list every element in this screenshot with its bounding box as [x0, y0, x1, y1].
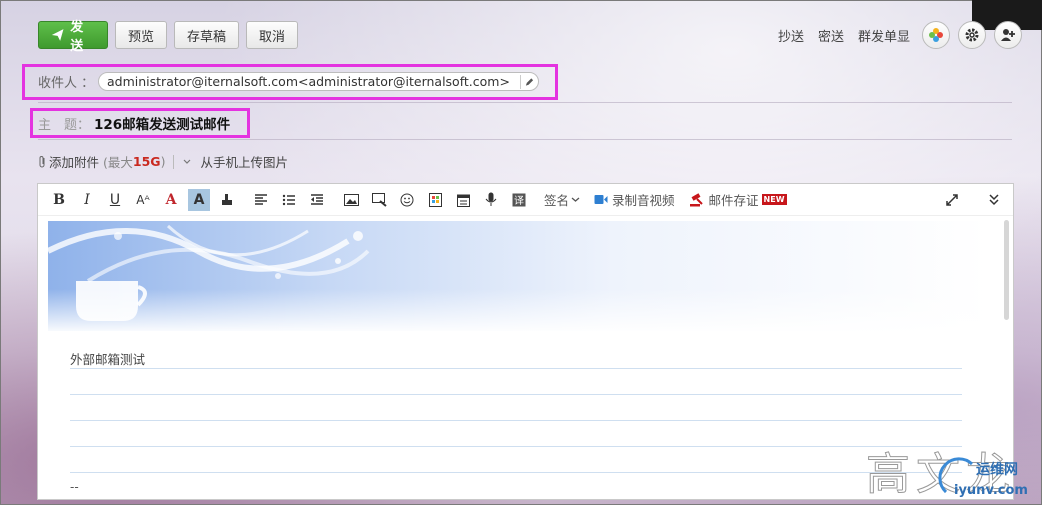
- signature-separator: --: [70, 480, 79, 494]
- upload-from-phone-link[interactable]: 从手机上传图片: [200, 152, 288, 171]
- bullet-list-button[interactable]: [278, 189, 300, 211]
- align-button[interactable]: [250, 189, 272, 211]
- mail-evidence-button[interactable]: 邮件存证 NEW: [689, 190, 787, 209]
- editor-scrollbar[interactable]: [1004, 220, 1009, 320]
- attachment-limit-suffix: ): [160, 154, 166, 169]
- letter-rule: [70, 394, 962, 395]
- calendar-button[interactable]: [452, 189, 474, 211]
- letter-rule: [70, 446, 962, 447]
- paperclip-icon: [39, 156, 45, 168]
- recipient-row: 收件人 ： administrator@iternalsoft.com<admi…: [38, 72, 539, 91]
- double-chevron-down-icon: [989, 194, 999, 206]
- cancel-button[interactable]: 取消: [246, 21, 299, 49]
- preview-button[interactable]: 预览: [115, 21, 168, 49]
- save-draft-button[interactable]: 存草稿: [174, 21, 240, 49]
- pencil-icon[interactable]: [519, 74, 534, 89]
- letter-rule: [70, 472, 962, 473]
- translate-icon: 译: [512, 193, 526, 207]
- send-label: 发送: [70, 20, 84, 54]
- underline-button[interactable]: U: [104, 189, 126, 211]
- compose-toolbar: 发送 预览 存草稿 取消: [38, 20, 299, 54]
- signature-label: 签名: [544, 193, 570, 208]
- video-camera-icon: [594, 195, 608, 204]
- gavel-icon: [689, 192, 703, 206]
- recipient-label: 收件人 ：: [38, 76, 95, 91]
- smiley-icon: [400, 193, 414, 206]
- pinwheel-icon: [929, 28, 943, 42]
- letter-rule: [70, 420, 962, 421]
- separate-send-link[interactable]: 群发单显: [858, 26, 910, 45]
- screenshot-button[interactable]: [368, 189, 390, 211]
- add-contact-button[interactable]: [994, 21, 1022, 49]
- stationery-button[interactable]: [424, 189, 446, 211]
- gear-icon: [965, 28, 979, 42]
- signature-dropdown[interactable]: 签名: [544, 190, 580, 209]
- subject-row: 主 题： 126邮箱发送测试邮件: [38, 113, 230, 133]
- send-button[interactable]: 发送: [38, 20, 108, 54]
- letter-rule: [70, 368, 962, 369]
- editor-toolbar: B I U Aᴬ A A 译 签名 录制音视频 邮件存证 NEW: [38, 184, 1013, 216]
- editor-toolbar-right: [941, 184, 1013, 216]
- list-icon: [282, 194, 295, 205]
- attachment-divider: [173, 154, 175, 169]
- site-watermark-logo: 运维网 iyunv.com: [936, 452, 1040, 502]
- font-size-button[interactable]: Aᴬ: [132, 189, 154, 211]
- brush-icon: [222, 193, 232, 205]
- voice-button[interactable]: [480, 189, 502, 211]
- emoji-button[interactable]: [396, 189, 418, 211]
- attachment-limit-prefix: (最大: [103, 155, 133, 170]
- outdent-button[interactable]: [306, 189, 328, 211]
- microphone-icon: [485, 192, 497, 206]
- chevron-down-icon[interactable]: [182, 157, 192, 167]
- settings-button[interactable]: [958, 21, 986, 49]
- italic-button[interactable]: I: [76, 189, 98, 211]
- site-name: 运维网: [976, 461, 1018, 478]
- record-video-label: 录制音视频: [612, 193, 675, 208]
- calendar-icon: [456, 194, 470, 207]
- theme-button[interactable]: [922, 21, 950, 49]
- expand-button[interactable]: [941, 189, 963, 211]
- background-color-button[interactable]: A: [188, 188, 210, 211]
- font-color-button[interactable]: A: [160, 189, 182, 211]
- more-tools-button[interactable]: [983, 189, 1005, 211]
- mail-body-text[interactable]: 外部邮箱测试: [70, 349, 145, 368]
- translate-button[interactable]: 译: [508, 189, 530, 211]
- subject-input[interactable]: 126邮箱发送测试邮件: [94, 113, 230, 133]
- insert-image-button[interactable]: [340, 189, 362, 211]
- format-painter-button[interactable]: [216, 189, 238, 211]
- bold-button[interactable]: B: [48, 189, 70, 211]
- mail-evidence-label: 邮件存证: [708, 193, 759, 208]
- compose-options: 抄送 密送 群发单显: [778, 21, 1022, 49]
- add-attachment-link[interactable]: 添加附件: [49, 152, 99, 171]
- cc-link[interactable]: 抄送: [778, 26, 804, 45]
- outdent-icon: [311, 193, 323, 205]
- recipient-address: administrator@iternalsoft.com<administra…: [107, 74, 510, 89]
- stationery-icon: [428, 192, 442, 207]
- bcc-link[interactable]: 密送: [818, 26, 844, 45]
- image-icon: [343, 193, 359, 206]
- attachment-limit-value: 15G: [132, 154, 161, 169]
- subject-divider: [38, 139, 1012, 140]
- stationery-fade: [48, 289, 988, 334]
- recipient-divider: [38, 102, 1012, 103]
- record-video-button[interactable]: 录制音视频: [594, 190, 675, 209]
- attachment-row: 添加附件 (最大 15G ) 从手机上传图片: [38, 152, 288, 171]
- screenshot-icon: [371, 192, 387, 207]
- paper-plane-icon: [51, 29, 64, 41]
- expand-icon: [946, 194, 958, 206]
- align-left-icon: [255, 193, 267, 205]
- recipient-chip[interactable]: administrator@iternalsoft.com<administra…: [98, 72, 539, 91]
- site-url: iyunv.com: [954, 483, 1028, 498]
- add-user-icon: [1001, 29, 1015, 41]
- subject-label: 主 题：: [38, 117, 91, 133]
- chevron-down-icon: [571, 197, 580, 202]
- svg-text:译: 译: [514, 195, 524, 207]
- new-badge: NEW: [761, 194, 787, 205]
